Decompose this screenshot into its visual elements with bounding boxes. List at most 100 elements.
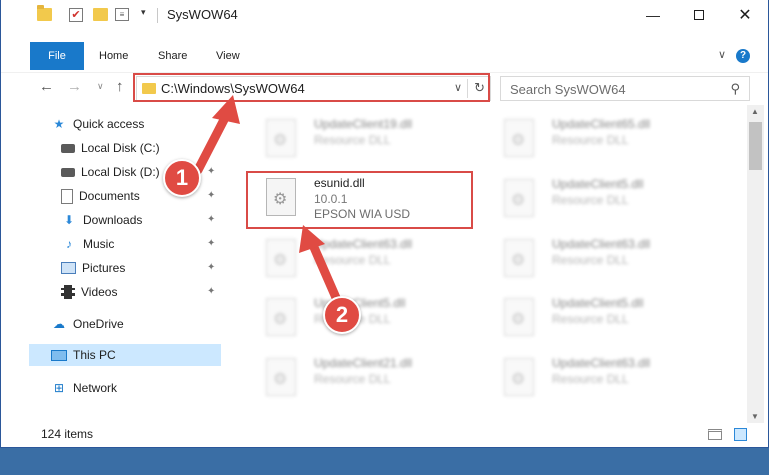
sidebar-item-this-pc[interactable]: This PC	[29, 344, 221, 366]
address-bar[interactable]: C:\Windows\SysWOW64 ∨ ↻	[136, 76, 491, 101]
help-icon[interactable]: ?	[736, 49, 750, 63]
dll-file-icon	[266, 178, 296, 216]
sidebar-item-label: Network	[73, 381, 118, 395]
tab-view[interactable]: View	[216, 42, 240, 70]
sidebar-item-downloads[interactable]: ⬇ Downloads ✦	[61, 209, 223, 231]
close-button[interactable]: ✕	[722, 0, 768, 30]
list-item[interactable]: UpdateClient5.dll Resource DLL	[482, 169, 712, 225]
file-type: Resource DLL	[314, 253, 391, 267]
pin-icon[interactable]: ✦	[207, 257, 215, 279]
file-type: Resource DLL	[314, 133, 391, 147]
list-item[interactable]: UpdateClient63.dll Resource DLL	[482, 229, 712, 285]
sidebar-item-network[interactable]: ⊞ Network	[51, 377, 117, 399]
details-view-icon[interactable]	[708, 429, 722, 440]
cloud-icon: ☁	[53, 317, 65, 331]
list-item[interactable]: UpdateClient63.dll Resource DLL	[244, 229, 474, 285]
tab-home[interactable]: Home	[99, 42, 128, 70]
sidebar-item-videos[interactable]: Videos ✦	[61, 281, 223, 303]
computer-icon	[51, 349, 67, 361]
dll-file-icon	[504, 358, 534, 396]
dll-file-icon	[266, 298, 296, 336]
file-name: UpdateClient21.dll	[314, 356, 413, 370]
folder-icon[interactable]	[37, 5, 52, 21]
item-count: 124 items	[41, 427, 94, 441]
list-item[interactable]: UpdateClient19.dll Resource DLL	[244, 109, 474, 165]
dll-file-icon	[266, 119, 296, 157]
file-name: UpdateClient5.dll	[552, 177, 644, 191]
drive-icon	[61, 167, 75, 177]
pin-icon[interactable]: ✦	[207, 161, 215, 183]
list-item[interactable]: UpdateClient63.dll Resource DLL	[482, 348, 712, 404]
search-box[interactable]: Search SysWOW64 ⚲	[500, 76, 750, 101]
search-placeholder[interactable]: Search SysWOW64	[510, 82, 626, 97]
pin-icon[interactable]: ✦	[207, 137, 215, 159]
file-name: UpdateClient5.dll	[552, 296, 644, 310]
sidebar-item-onedrive[interactable]: ☁ OneDrive	[51, 313, 124, 335]
file-type: Resource DLL	[552, 133, 629, 147]
pin-icon[interactable]: ✦	[207, 233, 215, 255]
sidebar-item-label: This PC	[73, 348, 116, 362]
pin-icon[interactable]: ✦	[207, 185, 215, 207]
navigation-pane: ★ Quick access Local Disk (C:) ✦ Local D…	[1, 110, 223, 420]
tab-file[interactable]: File	[30, 42, 84, 70]
list-item[interactable]: UpdateClient21.dll Resource DLL	[244, 348, 474, 404]
new-folder-icon[interactable]	[93, 8, 108, 21]
up-arrow-icon[interactable]: ↑	[116, 78, 124, 95]
maximize-button[interactable]	[676, 0, 722, 30]
properties-icon[interactable]: ≡	[115, 8, 129, 21]
scroll-down-icon[interactable]: ▼	[751, 412, 759, 421]
recent-locations-icon[interactable]: ∨	[97, 81, 104, 92]
large-icons-view-icon[interactable]	[734, 428, 747, 441]
back-arrow-icon[interactable]: ←	[39, 78, 54, 95]
dll-file-icon	[504, 179, 534, 217]
refresh-icon[interactable]: ↻	[474, 80, 485, 96]
list-item[interactable]: UpdateClient65.dll Resource DLL	[482, 109, 712, 165]
close-icon: ✕	[738, 7, 752, 24]
step-1-badge: 1	[163, 159, 201, 197]
sidebar-item-music[interactable]: ♪ Music ✦	[61, 233, 223, 255]
address-path[interactable]: C:\Windows\SysWOW64	[161, 81, 305, 96]
sidebar-item-label: Local Disk (D:)	[81, 165, 160, 179]
scrollbar-thumb[interactable]	[749, 122, 762, 170]
file-type: Resource DLL	[552, 253, 629, 267]
file-type: Resource DLL	[552, 193, 629, 207]
sidebar-item-documents[interactable]: Documents ✦	[61, 185, 223, 207]
dll-file-icon	[266, 239, 296, 277]
sidebar-item-pictures[interactable]: Pictures ✦	[61, 257, 223, 279]
search-icon[interactable]: ⚲	[730, 81, 740, 97]
file-type: Resource DLL	[552, 312, 629, 326]
sidebar-item-label: Pictures	[82, 261, 126, 275]
check-icon[interactable]: ✔	[69, 8, 83, 22]
list-item[interactable]: UpdateClient5.dll Resource DLL	[482, 288, 712, 344]
navigation-bar: ← → ∨ ↑ C:\Windows\SysWOW64 ∨ ↻ Search S…	[1, 72, 768, 102]
sidebar-item-label: OneDrive	[73, 317, 124, 331]
scroll-up-icon[interactable]: ▲	[751, 107, 759, 116]
forward-arrow-icon[interactable]: →	[67, 78, 82, 95]
dll-file-icon	[266, 358, 296, 396]
maximize-icon	[694, 10, 704, 20]
download-icon: ⬇	[63, 213, 75, 227]
sidebar-item-label: Local Disk (C:)	[81, 141, 160, 155]
pin-icon[interactable]: ✦	[207, 209, 215, 231]
file-type: Resource DLL	[314, 372, 391, 386]
address-dropdown-icon[interactable]: ∨	[454, 81, 462, 94]
step-2-badge: 2	[323, 296, 361, 334]
ribbon: File Home Share View ∨ ?	[1, 42, 768, 70]
sidebar-item-label: Documents	[79, 189, 140, 203]
title-bar: ✔ ≡ ▾ SysWOW64 — ✕	[1, 0, 768, 30]
network-icon: ⊞	[53, 381, 65, 395]
sidebar-item-local-disk-c[interactable]: Local Disk (C:) ✦	[61, 137, 223, 159]
sidebar-item-quick-access[interactable]: ★ Quick access	[51, 113, 145, 135]
address-separator	[467, 79, 468, 98]
vertical-scrollbar[interactable]: ▲ ▼	[747, 105, 764, 423]
title-separator	[157, 8, 158, 23]
file-type: Resource DLL	[552, 372, 629, 386]
quick-access-dropdown-icon[interactable]: ▾	[141, 7, 146, 18]
list-item-esunid[interactable]: esunid.dll 10.0.1 EPSON WIA USD	[244, 168, 474, 224]
minimize-button[interactable]: —	[630, 0, 676, 30]
file-name: esunid.dll	[314, 176, 365, 190]
ribbon-expand-icon[interactable]: ∨	[718, 48, 726, 61]
file-list: UpdateClient19.dll Resource DLL esunid.d…	[229, 105, 737, 423]
pin-icon[interactable]: ✦	[207, 281, 215, 303]
tab-share[interactable]: Share	[158, 42, 187, 70]
